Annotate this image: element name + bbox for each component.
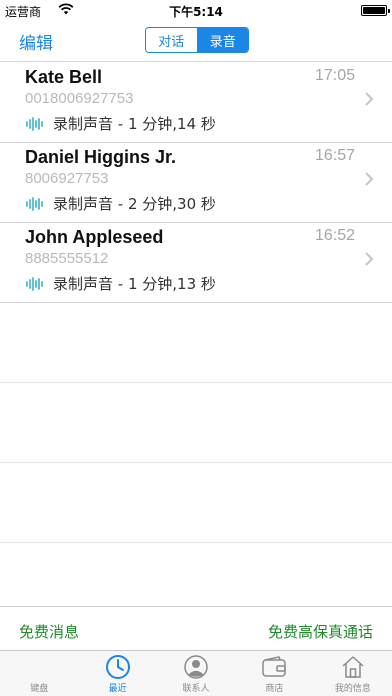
- recording-time: 16:57: [314, 147, 355, 164]
- status-time: 下午5:14: [169, 5, 223, 19]
- segment-conversations[interactable]: 对话: [146, 28, 197, 52]
- home-icon: [342, 656, 364, 678]
- wallet-icon: [262, 656, 287, 677]
- tab-store[interactable]: 商店: [235, 651, 313, 696]
- tab-my-info[interactable]: 我的信息: [314, 651, 392, 696]
- recording-row[interactable]: Kate Bell 0018006927753 17:05 录制声音 - 1 分…: [0, 63, 392, 143]
- recordings-list: Kate Bell 0018006927753 17:05 录制声音 - 1 分…: [0, 63, 392, 303]
- promo-bar: 免费消息 免费高保真通话: [0, 606, 392, 650]
- contacts-icon: [184, 655, 208, 679]
- empty-row-divider: [0, 462, 392, 463]
- chevron-right-icon: [365, 252, 374, 266]
- empty-row-divider: [0, 382, 392, 383]
- tab-label: 我的信息: [334, 684, 371, 694]
- recording-duration: 录制声音 - 1 分钟,14 秒: [53, 115, 216, 133]
- contact-name: John Appleseed: [25, 227, 164, 247]
- recent-clock-icon: [105, 655, 130, 679]
- edit-button[interactable]: 编辑: [19, 29, 53, 54]
- battery-icon: [361, 5, 390, 16]
- waveform-icon: [26, 276, 43, 291]
- contact-number: 8006927753: [25, 170, 109, 187]
- tab-keypad[interactable]: 键盘: [0, 651, 78, 696]
- recording-info: 录制声音 - 2 分钟,30 秒: [25, 193, 216, 214]
- empty-row-divider: [0, 542, 392, 543]
- segment-recordings[interactable]: 录音: [196, 28, 248, 52]
- tab-recents[interactable]: 最近: [78, 651, 156, 696]
- recording-row[interactable]: Daniel Higgins Jr. 8006927753 16:57 录制声音…: [0, 143, 392, 223]
- tab-label: 键盘: [30, 684, 49, 694]
- recording-info: 录制声音 - 1 分钟,14 秒: [25, 113, 216, 134]
- waveform-icon: [26, 196, 43, 211]
- free-hd-calls-link[interactable]: 免费高保真通话: [268, 621, 373, 642]
- tab-bar: 键盘 最近 联系人 商店 我的信息: [0, 650, 392, 696]
- tab-label: 联系人: [182, 684, 210, 694]
- tab-contacts[interactable]: 联系人: [157, 651, 235, 696]
- recording-row[interactable]: John Appleseed 8885555512 16:52 录制声音 - 1…: [0, 223, 392, 303]
- contact-name: Kate Bell: [25, 67, 103, 87]
- status-bar: 运营商 下午5:14: [0, 0, 392, 20]
- contact-number: 8885555512: [25, 250, 109, 267]
- recording-time: 17:05: [314, 67, 355, 84]
- chevron-right-icon: [365, 172, 374, 186]
- tab-label: 商店: [265, 684, 284, 694]
- contact-name: Daniel Higgins Jr.: [25, 147, 177, 167]
- contact-number: 0018006927753: [25, 90, 134, 107]
- free-messages-link[interactable]: 免费消息: [19, 621, 79, 642]
- recording-duration: 录制声音 - 2 分钟,30 秒: [53, 195, 216, 213]
- segmented-control: 对话 录音: [145, 27, 249, 53]
- chevron-right-icon: [365, 92, 374, 106]
- recording-duration: 录制声音 - 1 分钟,13 秒: [53, 275, 216, 293]
- recording-time: 16:52: [314, 227, 355, 244]
- waveform-icon: [26, 116, 43, 131]
- tab-label: 最近: [108, 684, 127, 694]
- recording-info: 录制声音 - 1 分钟,13 秒: [25, 273, 216, 294]
- nav-bar: 编辑 对话 录音: [0, 20, 392, 62]
